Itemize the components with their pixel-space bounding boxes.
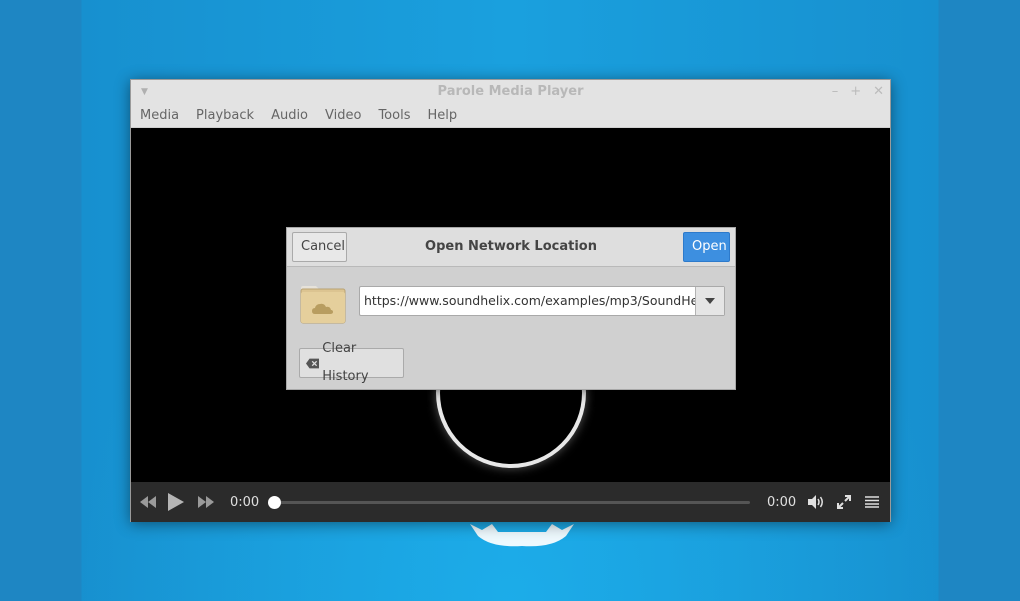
dialog-title: Open Network Location <box>425 239 597 254</box>
clear-history-button[interactable]: Clear History <box>299 341 404 384</box>
play-button[interactable] <box>167 482 185 522</box>
forward-button[interactable] <box>198 482 214 522</box>
open-button[interactable]: Open <box>683 232 730 262</box>
menu-video[interactable]: Video <box>325 108 361 123</box>
dialog-header: Open Network Location Cancel Open <box>287 228 735 267</box>
network-folder-icon <box>300 286 346 324</box>
fullscreen-button[interactable] <box>837 482 851 522</box>
volume-button[interactable] <box>808 482 825 522</box>
menu-media[interactable]: Media <box>140 108 179 123</box>
title-bar: ▼ Parole Media Player – + ✕ <box>131 80 890 104</box>
maximize-icon[interactable]: + <box>850 80 861 104</box>
fast-forward-icon <box>198 496 214 508</box>
close-icon[interactable]: ✕ <box>873 80 884 104</box>
chevron-down-icon[interactable]: ▼ <box>141 80 148 104</box>
playlist-button[interactable] <box>865 482 879 522</box>
seek-handle[interactable] <box>268 496 281 509</box>
url-combobox[interactable]: https://www.soundhelix.com/examples/mp3/… <box>359 286 725 316</box>
open-network-location-dialog: Open Network Location Cancel Open https:… <box>286 227 736 390</box>
menu-playback[interactable]: Playback <box>196 108 254 123</box>
playback-controls: 0:00 0:00 <box>131 482 890 522</box>
backspace-icon <box>306 358 320 368</box>
seek-bar[interactable] <box>274 501 750 504</box>
play-icon <box>168 493 184 511</box>
chevron-down-icon <box>705 298 715 304</box>
volume-icon <box>808 495 823 509</box>
menu-tools[interactable]: Tools <box>378 108 410 123</box>
total-time: 0:00 <box>767 494 797 510</box>
url-input[interactable]: https://www.soundhelix.com/examples/mp3/… <box>360 287 696 315</box>
playlist-icon <box>865 496 879 508</box>
window-title: Parole Media Player <box>437 84 584 99</box>
menu-bar: Media Playback Audio Video Tools Help <box>131 104 890 128</box>
url-history-dropdown[interactable] <box>695 287 724 315</box>
rewind-button[interactable] <box>140 482 156 522</box>
menu-help[interactable]: Help <box>427 108 457 123</box>
clear-history-label: Clear History <box>322 341 369 384</box>
cancel-button[interactable]: Cancel <box>292 232 347 262</box>
mascot-logo <box>470 524 574 547</box>
fullscreen-icon <box>837 495 851 509</box>
menu-audio[interactable]: Audio <box>271 108 308 123</box>
minimize-icon[interactable]: – <box>832 80 839 104</box>
current-time: 0:00 <box>230 494 260 510</box>
rewind-icon <box>140 496 156 508</box>
